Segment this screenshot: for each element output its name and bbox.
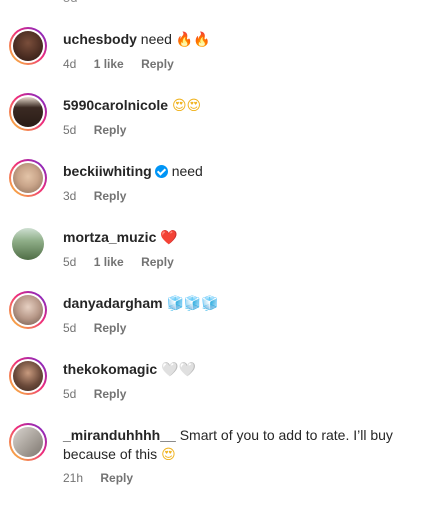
comment-text: need bbox=[140, 31, 172, 47]
comment-username[interactable]: _miranduhhhh__ bbox=[63, 427, 176, 443]
comment-text-line: danyadargham 🧊🧊🧊 bbox=[63, 294, 219, 314]
reply-button[interactable]: Reply bbox=[94, 387, 127, 401]
comment-text-line: mortza_muzic ❤️ bbox=[63, 228, 178, 248]
avatar[interactable] bbox=[9, 93, 47, 131]
comment-emoji: 🔥🔥 bbox=[175, 32, 211, 48]
verified-badge-icon bbox=[154, 165, 168, 178]
comment-text: need bbox=[171, 163, 203, 179]
comment-likes[interactable]: 1 like bbox=[94, 57, 124, 71]
avatar[interactable] bbox=[9, 423, 47, 461]
avatar[interactable] bbox=[9, 225, 47, 263]
comment-age: 5d bbox=[63, 255, 77, 269]
comment-text-line: 5990carolnicole 😍😍 bbox=[63, 96, 201, 116]
reply-button[interactable]: Reply bbox=[141, 57, 174, 71]
comment-meta: 5d Reply bbox=[63, 122, 140, 138]
reply-button[interactable]: Reply bbox=[94, 189, 127, 203]
comment-text-line: beckiiwhiting need bbox=[63, 162, 203, 181]
avatar[interactable] bbox=[9, 357, 47, 395]
comment-username[interactable]: thekokomagic bbox=[63, 361, 157, 377]
comment-username[interactable]: 5990carolnicole bbox=[63, 97, 168, 113]
comment-emoji: 😍 bbox=[161, 447, 176, 463]
comment-age: 5d bbox=[63, 123, 77, 137]
comment-username[interactable]: uchesbody bbox=[63, 31, 137, 47]
avatar[interactable] bbox=[9, 27, 47, 65]
previous-comment-fragment: 5d bbox=[0, 0, 437, 6]
comment-emoji: 🧊🧊🧊 bbox=[166, 296, 219, 312]
comment-meta: 5d Reply bbox=[63, 386, 140, 402]
comment-username[interactable]: mortza_muzic bbox=[63, 229, 156, 245]
comment-age: 21h bbox=[63, 471, 84, 485]
comment-emoji: ❤️ bbox=[160, 230, 178, 246]
reply-button[interactable]: Reply bbox=[141, 255, 174, 269]
comment-username[interactable]: danyadargham bbox=[63, 295, 163, 311]
comment-meta: 4d 1 like Reply bbox=[63, 56, 188, 72]
comment-age: 4d bbox=[63, 57, 77, 71]
comment-text-line: _miranduhhhh__ Smart of you to add to ra… bbox=[63, 426, 423, 465]
comment-age: 5d bbox=[63, 387, 77, 401]
previous-comment-age: 5d bbox=[63, 0, 77, 5]
avatar[interactable] bbox=[9, 291, 47, 329]
comment-username[interactable]: beckiiwhiting bbox=[63, 163, 152, 179]
comment-emoji: 🤍🤍 bbox=[161, 362, 196, 378]
comment-emoji: 😍😍 bbox=[171, 98, 202, 114]
comment-meta: 5d 1 like Reply bbox=[63, 254, 188, 270]
comment-text-line: uchesbody need 🔥🔥 bbox=[63, 30, 211, 50]
comment-age: 3d bbox=[63, 189, 77, 203]
reply-button[interactable]: Reply bbox=[100, 471, 133, 485]
comment-text-line: thekokomagic 🤍🤍 bbox=[63, 360, 196, 380]
comment-age: 5d bbox=[63, 321, 77, 335]
avatar[interactable] bbox=[9, 159, 47, 197]
comment-meta: 5d Reply bbox=[63, 320, 140, 336]
reply-button[interactable]: Reply bbox=[94, 321, 127, 335]
reply-button[interactable]: Reply bbox=[94, 123, 127, 137]
comment-meta: 21h Reply bbox=[63, 470, 147, 486]
comment-likes[interactable]: 1 like bbox=[94, 255, 124, 269]
comment-meta: 3d Reply bbox=[63, 188, 140, 204]
